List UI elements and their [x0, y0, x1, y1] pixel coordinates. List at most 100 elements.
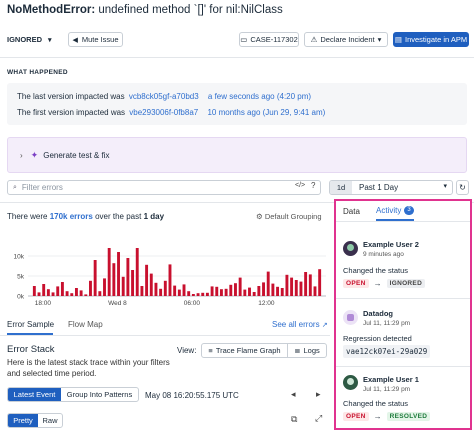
- pretty-button[interactable]: Pretty: [8, 414, 38, 427]
- last-version-link[interactable]: vcb8ck05gf-a70bd3: [129, 92, 199, 101]
- chart-bar[interactable]: [177, 289, 181, 296]
- see-all-errors-link[interactable]: See all errors ↗: [272, 320, 328, 329]
- chart-bar[interactable]: [280, 288, 284, 296]
- chart-bar[interactable]: [140, 286, 144, 296]
- trace-flame-graph-button[interactable]: ≡ Trace Flame Graph: [202, 344, 288, 357]
- chart-bar[interactable]: [84, 294, 88, 296]
- activity-user: Example User 1: [363, 375, 419, 384]
- chart-bar[interactable]: [248, 287, 251, 296]
- chart-bar[interactable]: [93, 260, 97, 296]
- first-version-time[interactable]: 10 months ago (Jun 29, 9:41 am): [207, 108, 325, 117]
- chart-bar[interactable]: [37, 292, 41, 296]
- chart-bar[interactable]: [163, 280, 167, 296]
- copy-icon[interactable]: ⧉: [291, 414, 297, 425]
- chart-bar[interactable]: [276, 286, 280, 296]
- chart-bar[interactable]: [79, 290, 83, 296]
- chart-bar[interactable]: [285, 274, 289, 296]
- mute-icon: ◀: [72, 36, 78, 44]
- next-event-icon[interactable]: ▸: [316, 389, 321, 400]
- help-icon[interactable]: ?: [311, 181, 315, 190]
- tab-error-sample[interactable]: Error Sample: [7, 320, 54, 329]
- chart-bar[interactable]: [294, 280, 298, 296]
- first-version-link[interactable]: vbe293006f-0fb8a7: [129, 108, 198, 117]
- version-tag[interactable]: vae12ck07ei-29a029: [343, 345, 431, 358]
- chart-bar[interactable]: [201, 292, 205, 296]
- chart-bar[interactable]: [103, 278, 106, 296]
- chart-bar[interactable]: [252, 292, 256, 296]
- filter-errors-field[interactable]: ⌕ Filter errors </> ?: [7, 180, 321, 195]
- chart-bar[interactable]: [149, 273, 153, 296]
- chart-bar[interactable]: [205, 292, 209, 296]
- chart-bar[interactable]: [187, 291, 191, 296]
- expand-icon[interactable]: ⤢: [315, 413, 322, 424]
- chart-bar[interactable]: [313, 286, 317, 296]
- arrow-right-icon: →: [373, 279, 382, 288]
- chart-bar[interactable]: [56, 286, 60, 296]
- latest-event-button[interactable]: Latest Event: [8, 388, 61, 401]
- chart-bar[interactable]: [215, 286, 219, 296]
- chart-bar[interactable]: [117, 252, 120, 296]
- chart-bar[interactable]: [262, 282, 265, 296]
- chart-bar[interactable]: [271, 283, 275, 296]
- chart-bar[interactable]: [234, 283, 237, 296]
- chart-bar[interactable]: [112, 263, 116, 296]
- case-button[interactable]: ▭ CASE-117302: [239, 32, 299, 47]
- code-icon[interactable]: </>: [295, 182, 305, 189]
- declare-incident-button[interactable]: ⚠ Declare Incident ▾: [304, 32, 388, 47]
- chart-bar[interactable]: [173, 285, 177, 296]
- tab-data[interactable]: Data: [343, 207, 360, 216]
- chart-bar[interactable]: [290, 277, 294, 296]
- logs-button[interactable]: ≣ Logs: [288, 344, 326, 357]
- chart-bar[interactable]: [159, 288, 163, 296]
- chart-bar[interactable]: [65, 291, 69, 296]
- chart-bar[interactable]: [51, 292, 55, 296]
- previous-event-icon[interactable]: ◂: [291, 389, 296, 400]
- refresh-button[interactable]: ↻: [456, 180, 469, 195]
- chart-bar[interactable]: [266, 271, 270, 296]
- chart-bar[interactable]: [304, 272, 308, 296]
- chart-bar[interactable]: [210, 286, 214, 296]
- chart-bar[interactable]: [98, 291, 102, 296]
- chart-bar[interactable]: [74, 288, 78, 296]
- chart-bar[interactable]: [107, 248, 111, 296]
- chart-bar[interactable]: [257, 286, 261, 296]
- chart-bar[interactable]: [70, 293, 74, 296]
- chart-bar[interactable]: [318, 269, 322, 296]
- chart-bar[interactable]: [32, 286, 36, 296]
- tab-activity[interactable]: Activity 3: [376, 206, 414, 215]
- chart-bar[interactable]: [126, 258, 130, 296]
- mute-issue-button[interactable]: ◀ Mute Issue: [68, 32, 123, 47]
- chart-bar[interactable]: [121, 276, 125, 296]
- chart-bar[interactable]: [46, 289, 50, 296]
- raw-button[interactable]: Raw: [38, 414, 62, 427]
- chart-bar[interactable]: [89, 280, 92, 296]
- chart-bar[interactable]: [42, 284, 46, 296]
- filter-placeholder: Filter errors: [21, 183, 63, 192]
- investigate-apm-button[interactable]: ▤ Investigate in APM: [393, 32, 469, 47]
- chart-bar[interactable]: [243, 289, 247, 296]
- chart-bar[interactable]: [308, 274, 312, 296]
- chart-bar[interactable]: [154, 282, 158, 296]
- chart-bar[interactable]: [145, 264, 149, 296]
- chart-bar[interactable]: [219, 289, 223, 296]
- time-range-picker[interactable]: 1d Past 1 Day ▾: [329, 180, 453, 195]
- group-into-patterns-button[interactable]: Group Into Patterns: [61, 388, 138, 401]
- chart-bar[interactable]: [135, 248, 139, 296]
- activity-text: Changed the status: [343, 399, 409, 408]
- chart-bar[interactable]: [196, 293, 200, 296]
- chart-bar[interactable]: [191, 294, 195, 296]
- tab-flow-map[interactable]: Flow Map: [68, 320, 103, 329]
- chart-bar[interactable]: [60, 282, 64, 296]
- chart-bar[interactable]: [131, 270, 135, 296]
- error-count-link[interactable]: 170k errors: [50, 212, 93, 221]
- default-grouping[interactable]: ⚙ Default Grouping: [256, 212, 322, 221]
- chart-bar[interactable]: [299, 281, 303, 296]
- chart-bar[interactable]: [168, 264, 172, 296]
- chart-bar[interactable]: [238, 277, 242, 296]
- last-version-time[interactable]: a few seconds ago (4:20 pm): [208, 92, 311, 101]
- generate-test-fix-bar[interactable]: › ✦ Generate test & fix: [7, 137, 467, 173]
- status-dropdown[interactable]: IGNORED ▾: [7, 32, 63, 47]
- chart-bar[interactable]: [229, 284, 233, 296]
- chart-bar[interactable]: [224, 288, 228, 296]
- chart-bar[interactable]: [182, 284, 186, 296]
